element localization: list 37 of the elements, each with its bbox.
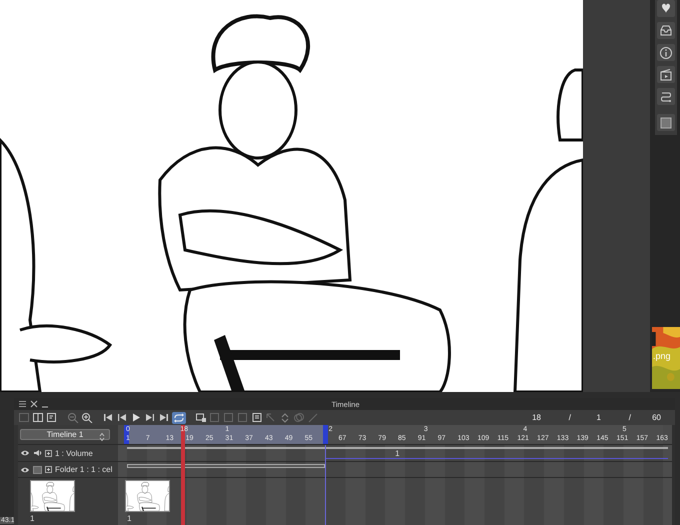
file-name: .png: [653, 351, 671, 361]
start-marker[interactable]: [124, 425, 129, 444]
loop-icon[interactable]: [172, 412, 186, 424]
timeline-select[interactable]: Timeline 1: [20, 429, 110, 440]
info-icon[interactable]: [659, 46, 673, 60]
first-frame-icon[interactable]: [102, 412, 114, 423]
frame-counter-text: 1: [596, 413, 601, 422]
up-down-arrows-icon: [99, 432, 105, 442]
zoom-in-icon[interactable]: [81, 412, 93, 423]
cel-number: 1: [30, 514, 36, 523]
up-down-arrows-icon[interactable]: [279, 412, 291, 423]
next-frame-icon[interactable]: [144, 412, 156, 423]
frame-counter-text: /: [568, 413, 571, 422]
frame-counter-text: 18: [531, 413, 541, 422]
frame-counter-text: 60: [651, 413, 661, 422]
clip-label: 1: [395, 449, 400, 458]
speaker-icon[interactable]: [33, 449, 42, 457]
frame-counter-text: /: [628, 413, 631, 422]
last-frame-icon[interactable]: [158, 412, 170, 423]
close-icon[interactable]: [30, 400, 38, 408]
tray-icon[interactable]: [659, 24, 673, 38]
cel-number: 1: [127, 514, 132, 523]
previous-frame-icon[interactable]: [116, 412, 128, 423]
end-marker[interactable]: [323, 425, 328, 444]
expand-icon[interactable]: [45, 450, 52, 456]
eye-icon[interactable]: [20, 466, 30, 474]
play-icon[interactable]: [130, 412, 142, 423]
loop-arrows-icon[interactable]: [659, 90, 673, 104]
eye-icon[interactable]: [20, 449, 30, 457]
frame-split-icon[interactable]: [32, 412, 44, 423]
menu-icon[interactable]: [18, 400, 27, 408]
folder-icon[interactable]: [33, 466, 42, 474]
new-cel-icon[interactable]: [195, 412, 207, 423]
expand-icon[interactable]: [45, 466, 52, 473]
clapperboard-icon[interactable]: [659, 68, 673, 82]
frame-list-icon[interactable]: [46, 412, 58, 423]
heart-icon[interactable]: [659, 2, 673, 16]
